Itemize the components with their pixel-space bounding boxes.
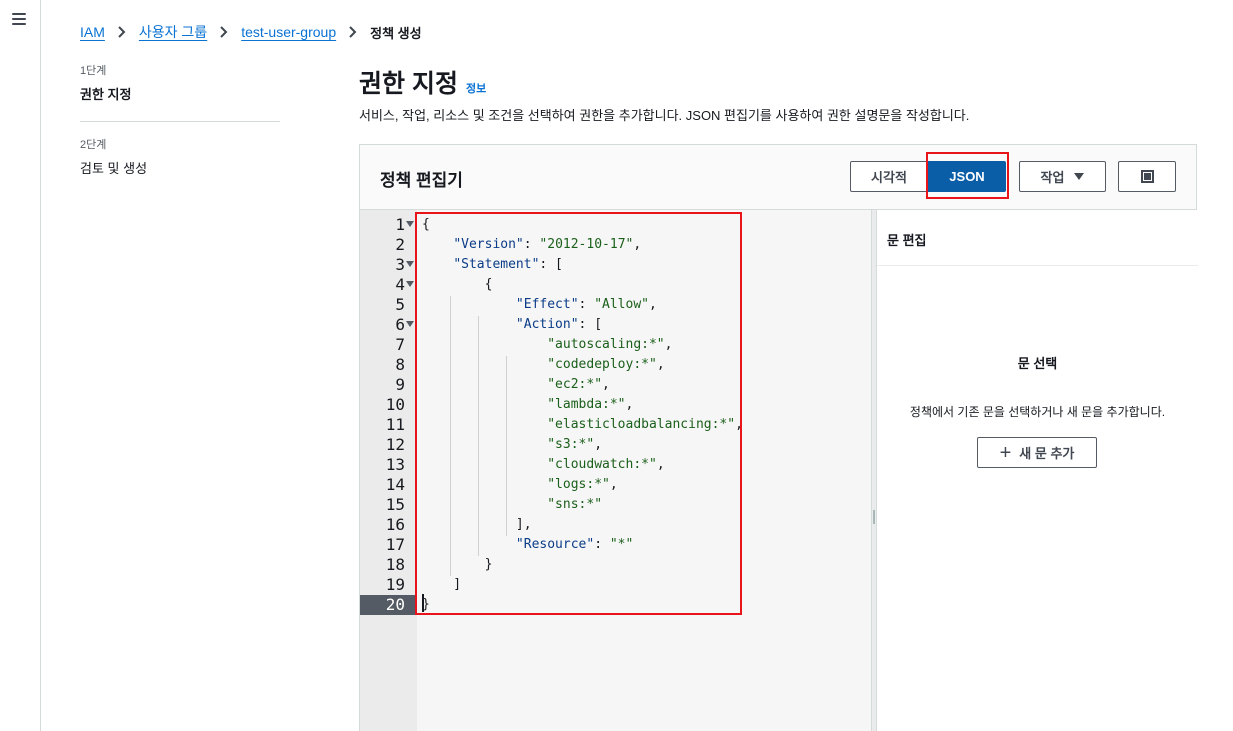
line-number: 3 [395, 255, 405, 274]
fold-arrow-icon[interactable] [406, 321, 414, 327]
line-number: 12 [385, 435, 405, 454]
wizard-steps: 1단계 권한 지정 2단계 검토 및 생성 [80, 62, 280, 177]
visual-editor-toggle[interactable]: 시각적 [850, 161, 928, 192]
highlight-json-toggle [926, 152, 1009, 199]
line-number: 16 [385, 515, 405, 534]
actions-dropdown-button[interactable]: 작업 [1019, 161, 1106, 192]
fold-arrow-icon[interactable] [406, 281, 414, 287]
line-number: 13 [385, 455, 405, 474]
step-1-number: 1단계 [80, 65, 107, 77]
line-number: 20 [360, 595, 417, 615]
line-number: 19 [385, 575, 405, 594]
panel-header: 정책 편집기 시각적 JSON 작업 [360, 145, 1196, 210]
drag-grip-icon [873, 510, 875, 524]
chevron-right-icon [117, 26, 127, 38]
line-number: 6 [395, 315, 405, 334]
line-number: 15 [385, 495, 405, 514]
line-number: 11 [385, 415, 405, 434]
breadcrumb-test-user-group[interactable]: test-user-group [241, 24, 336, 40]
line-number: 14 [385, 475, 405, 494]
fold-arrow-icon[interactable] [406, 261, 414, 267]
step-2-title: 검토 및 생성 [80, 161, 148, 176]
fullscreen-icon [1140, 170, 1154, 183]
plus-icon: + [999, 441, 1012, 464]
select-statement-description: 정책에서 기존 문을 선택하거나 새 문을 추가합니다. [909, 405, 1166, 419]
line-number: 17 [385, 535, 405, 554]
info-link[interactable]: 정보 [466, 80, 486, 96]
line-number: 4 [395, 275, 405, 294]
line-number: 18 [385, 555, 405, 574]
actions-label: 작업 [1040, 170, 1065, 185]
page-description: 서비스, 작업, 리소스 및 조건을 선택하여 권한을 추가합니다. JSON … [359, 108, 970, 123]
chevron-right-icon [219, 26, 229, 38]
add-statement-button[interactable]: + 새 문 추가 [977, 437, 1097, 468]
line-number: 8 [395, 355, 405, 374]
chevron-right-icon [348, 26, 358, 38]
line-number: 5 [395, 295, 405, 314]
page-title-text: 권한 지정 [359, 70, 458, 98]
fullscreen-button[interactable] [1118, 161, 1176, 192]
select-statement-title: 문 선택 [1017, 356, 1058, 371]
highlight-code-area [415, 212, 742, 615]
line-number: 9 [395, 375, 405, 394]
step-divider [80, 121, 280, 122]
app-root: IAM 사용자 그룹 test-user-group 정책 생성 1단계 권한 … [0, 0, 1233, 731]
breadcrumb-current: 정책 생성 [370, 25, 422, 41]
breadcrumb: IAM 사용자 그룹 test-user-group 정책 생성 [80, 22, 422, 42]
caret-down-icon [1074, 173, 1085, 180]
side-rail [0, 0, 41, 731]
step-1-title: 권한 지정 [80, 87, 132, 102]
step-2-number: 2단계 [80, 139, 107, 151]
line-number: 10 [385, 395, 405, 414]
add-statement-label: 새 문 추가 [1019, 446, 1075, 461]
fold-arrow-icon[interactable] [406, 221, 414, 227]
menu-icon[interactable] [12, 13, 26, 25]
statement-edit-header: 문 편집 [877, 210, 1198, 266]
page-title: 권한 지정 정보 [359, 64, 486, 100]
panel-title: 정책 편집기 [380, 171, 463, 190]
line-number: 7 [395, 335, 405, 354]
line-number: 2 [395, 235, 405, 254]
line-number: 1 [395, 215, 405, 234]
breadcrumb-user-groups[interactable]: 사용자 그룹 [139, 22, 207, 42]
statement-edit-pane: 문 편집 문 선택 정책에서 기존 문을 선택하거나 새 문을 추가합니다. +… [877, 210, 1198, 731]
breadcrumb-iam[interactable]: IAM [80, 24, 105, 40]
